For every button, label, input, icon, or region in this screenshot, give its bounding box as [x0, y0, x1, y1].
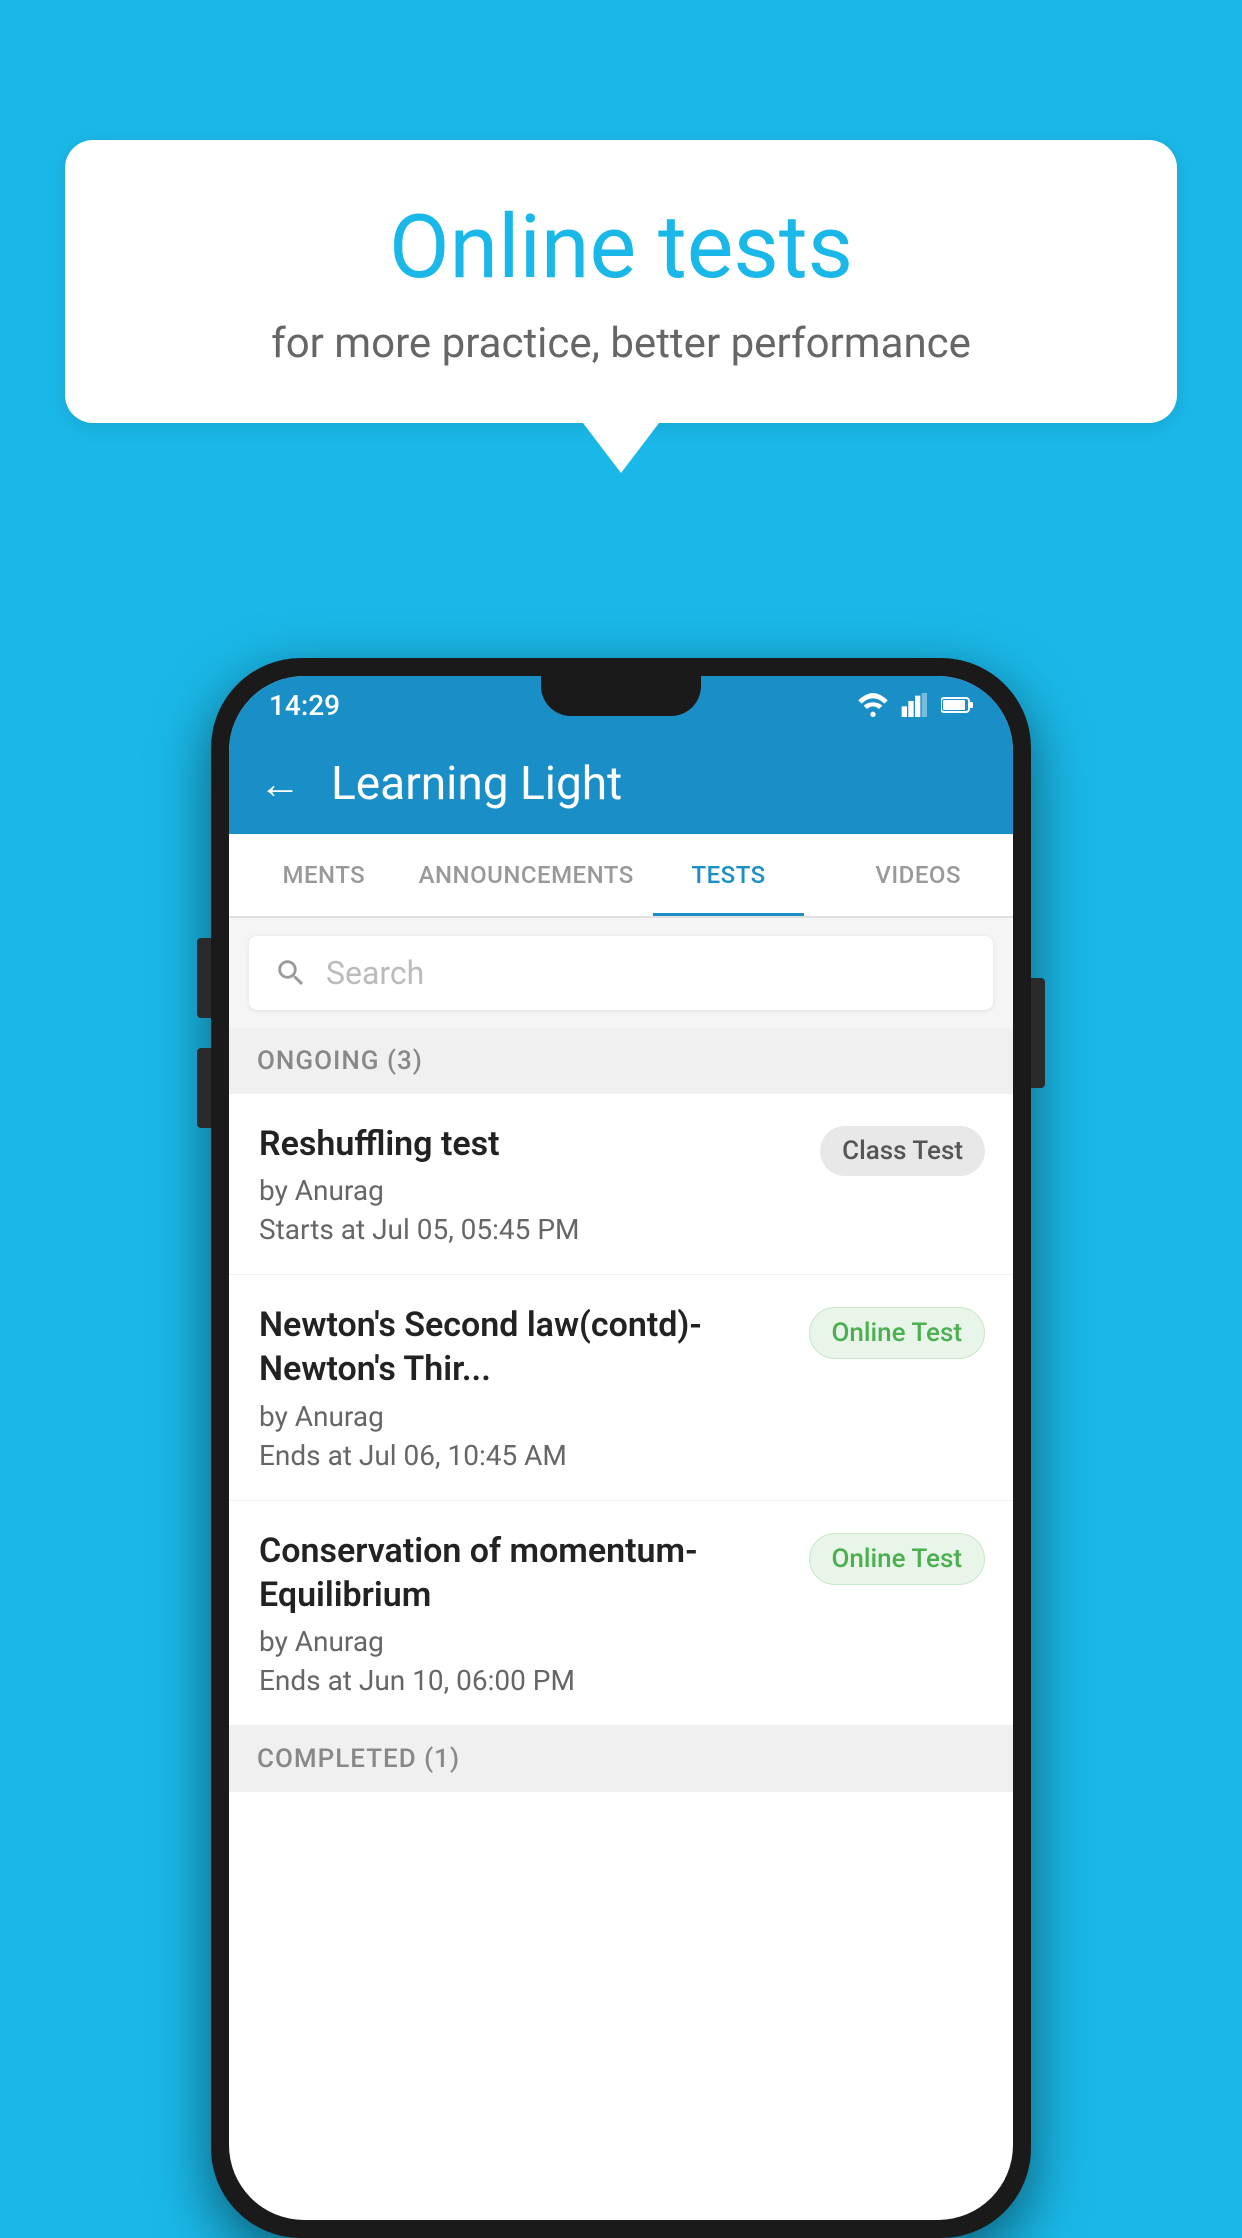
ongoing-section-header: ONGOING (3) — [229, 1028, 1013, 1094]
notch — [541, 676, 701, 716]
search-placeholder: Search — [326, 954, 424, 992]
back-button[interactable]: ← — [259, 760, 301, 809]
tabs-bar: MENTS ANNOUNCEMENTS TESTS VIDEOS — [229, 834, 1013, 918]
test-badge-newton: Online Test — [809, 1307, 986, 1359]
test-item-reshuffling[interactable]: Reshuffling test by Anurag Starts at Jul… — [229, 1094, 1013, 1275]
signal-icon — [901, 693, 929, 717]
test-badge-conservation: Online Test — [809, 1533, 986, 1585]
tab-videos[interactable]: VIDEOS — [823, 834, 1013, 916]
volume-down-button — [197, 1048, 211, 1128]
battery-icon — [941, 695, 973, 715]
test-author-newton: by Anurag — [259, 1400, 789, 1433]
search-container: Search — [229, 918, 1013, 1028]
completed-label: COMPLETED (1) — [257, 1744, 460, 1774]
test-info-newton: Newton's Second law(contd)-Newton's Thir… — [259, 1303, 789, 1471]
test-list: Reshuffling test by Anurag Starts at Jul… — [229, 1094, 1013, 1726]
search-bar[interactable]: Search — [249, 936, 993, 1010]
test-title-conservation: Conservation of momentum-Equilibrium — [259, 1529, 789, 1617]
test-date-newton: Ends at Jul 06, 10:45 AM — [259, 1439, 789, 1472]
test-info-reshuffling: Reshuffling test by Anurag Starts at Jul… — [259, 1122, 800, 1246]
speech-bubble-container: Online tests for more practice, better p… — [65, 140, 1177, 473]
test-item-conservation[interactable]: Conservation of momentum-Equilibrium by … — [229, 1501, 1013, 1726]
phone-screen: 14:29 — [229, 676, 1013, 2220]
app-bar: ← Learning Light — [229, 734, 1013, 834]
test-title-newton: Newton's Second law(contd)-Newton's Thir… — [259, 1303, 789, 1391]
wifi-icon — [857, 693, 889, 717]
ongoing-label: ONGOING (3) — [257, 1046, 423, 1076]
status-bar: 14:29 — [229, 676, 1013, 734]
test-item-newton[interactable]: Newton's Second law(contd)-Newton's Thir… — [229, 1275, 1013, 1500]
test-date-conservation: Ends at Jun 10, 06:00 PM — [259, 1664, 789, 1697]
speech-bubble-title: Online tests — [135, 200, 1107, 297]
power-button — [1031, 978, 1045, 1088]
speech-bubble-subtitle: for more practice, better performance — [135, 319, 1107, 368]
test-info-conservation: Conservation of momentum-Equilibrium by … — [259, 1529, 789, 1697]
test-date-reshuffling: Starts at Jul 05, 05:45 PM — [259, 1213, 800, 1246]
tab-announcements[interactable]: ANNOUNCEMENTS — [419, 834, 634, 916]
tab-tests[interactable]: TESTS — [634, 834, 824, 916]
test-title-reshuffling: Reshuffling test — [259, 1122, 800, 1166]
status-icons — [857, 693, 973, 717]
status-time: 14:29 — [269, 689, 340, 722]
test-author-conservation: by Anurag — [259, 1625, 789, 1658]
test-badge-reshuffling: Class Test — [820, 1126, 985, 1176]
volume-up-button — [197, 938, 211, 1018]
speech-bubble-arrow — [583, 423, 659, 473]
test-author-reshuffling: by Anurag — [259, 1174, 800, 1207]
phone-frame: 14:29 — [211, 658, 1031, 2238]
completed-section-header: COMPLETED (1) — [229, 1726, 1013, 1792]
tab-ments[interactable]: MENTS — [229, 834, 419, 916]
search-icon — [274, 956, 308, 990]
speech-bubble: Online tests for more practice, better p… — [65, 140, 1177, 423]
app-title: Learning Light — [331, 757, 622, 811]
